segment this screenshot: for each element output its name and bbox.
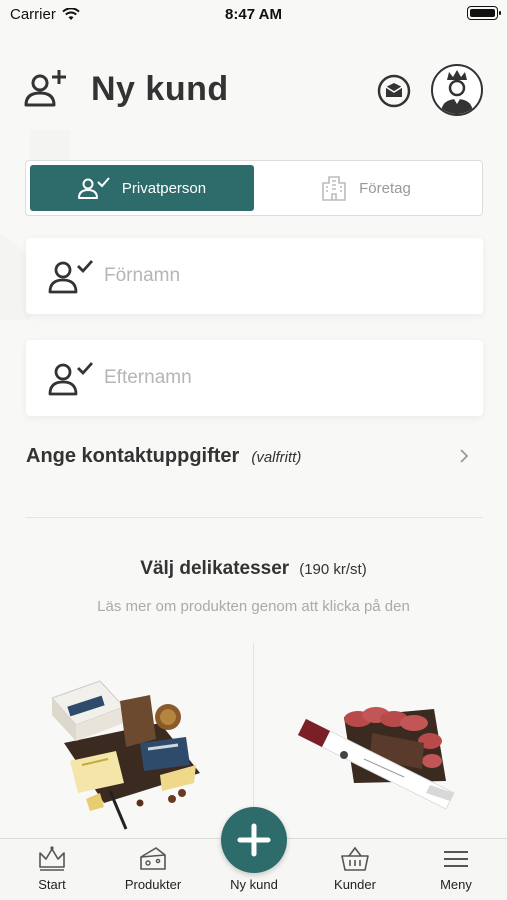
tab-new-customer-label: Ny kund	[230, 877, 278, 892]
crown-icon	[39, 846, 65, 871]
first-name-input[interactable]	[104, 265, 434, 287]
products-price: (190 kr/st)	[299, 561, 367, 578]
tab-customers[interactable]: Kunder	[305, 845, 405, 892]
product-card-cheese-box[interactable]	[0, 643, 253, 839]
company-tab[interactable]: Företag	[254, 165, 478, 211]
tab-menu-label: Meny	[440, 877, 472, 892]
tab-menu[interactable]: Meny	[406, 845, 506, 892]
tab-products[interactable]: Produkter	[103, 845, 203, 892]
message-button[interactable]	[377, 74, 411, 108]
tab-start[interactable]: Start	[2, 845, 102, 892]
avatar[interactable]	[431, 64, 483, 116]
page-title: Ny kund	[91, 70, 229, 108]
section-subtitle: Läs mer om produkten genom att klicka på…	[97, 598, 410, 615]
user-check-icon	[48, 362, 94, 396]
company-label: Företag	[359, 179, 411, 197]
building-icon	[322, 176, 346, 201]
first-name-field-container	[26, 238, 483, 314]
user-check-icon	[77, 177, 110, 199]
tab-customers-label: Kunder	[334, 877, 376, 892]
status-time: 8:47 AM	[225, 6, 282, 23]
products-title: Välj delikatesser	[140, 558, 290, 579]
user-avatar-icon	[441, 70, 473, 114]
last-name-input[interactable]	[104, 367, 434, 389]
contact-details-label: Ange kontaktuppgifter	[26, 444, 240, 467]
header: Ny kund	[24, 62, 483, 122]
plus-icon	[237, 823, 271, 857]
battery-icon	[467, 6, 501, 20]
status-bar: Carrier 8:47 AM	[0, 0, 507, 30]
menu-icon	[444, 851, 468, 867]
user-check-icon	[48, 260, 94, 294]
customer-type-toggle: Privatperson Företag	[25, 160, 483, 216]
contact-optional-label: (valfritt)	[251, 448, 302, 466]
contact-details-row[interactable]: Ange kontaktuppgifter (valfritt)	[26, 438, 470, 474]
private-person-tab[interactable]: Privatperson	[30, 165, 254, 211]
new-customer-fab[interactable]	[221, 807, 287, 873]
tab-products-label: Produkter	[124, 877, 182, 892]
divider	[26, 517, 483, 518]
last-name-field-container	[26, 340, 483, 416]
tab-start-label: Start	[38, 877, 66, 892]
sausage-box-product-image	[297, 707, 455, 810]
cheese-box-product-image	[51, 680, 200, 830]
section-title: Välj delikatesser (190 kr/st)	[0, 558, 507, 580]
add-user-icon	[24, 70, 66, 107]
cheese-icon	[140, 847, 166, 870]
product-card-sausage-box[interactable]	[254, 643, 507, 839]
tab-new-customer[interactable]: Ny kund	[204, 873, 304, 892]
private-person-label: Privatperson	[121, 179, 207, 197]
basket-icon	[341, 846, 369, 871]
chevron-right-icon	[460, 449, 469, 463]
